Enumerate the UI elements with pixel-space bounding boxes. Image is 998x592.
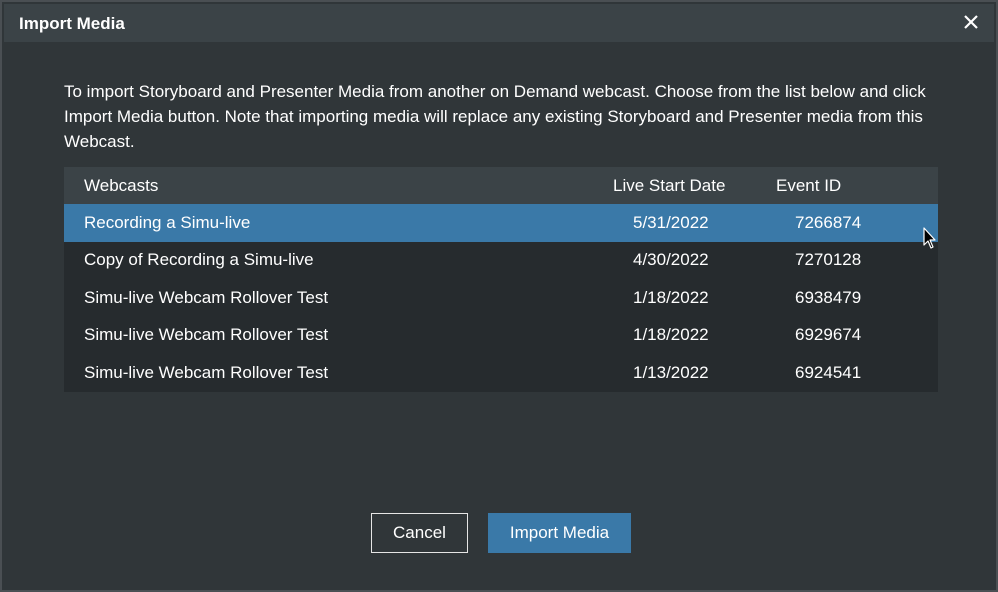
table-row[interactable]: Simu-live Webcam Rollover Test 1/18/2022… bbox=[64, 317, 938, 355]
header-live-start-date[interactable]: Live Start Date bbox=[613, 176, 725, 196]
import-media-button[interactable]: Import Media bbox=[488, 513, 631, 553]
cancel-button[interactable]: Cancel bbox=[371, 513, 468, 553]
table-row[interactable]: Simu-live Webcam Rollover Test 1/18/2022… bbox=[64, 279, 938, 317]
table-row[interactable]: Copy of Recording a Simu-live 4/30/2022 … bbox=[64, 242, 938, 280]
table-header: Webcasts Live Start Date Event ID bbox=[64, 167, 938, 204]
import-media-dialog: Import Media To import Storyboard and Pr… bbox=[0, 0, 998, 592]
row-live-start-date: 1/18/2022 bbox=[633, 325, 709, 345]
row-live-start-date: 1/13/2022 bbox=[633, 362, 709, 382]
row-webcast-name: Simu-live Webcam Rollover Test bbox=[84, 287, 329, 307]
row-webcast-name: Simu-live Webcam Rollover Test bbox=[84, 362, 329, 382]
header-event-id[interactable]: Event ID bbox=[776, 176, 841, 196]
mouse-pointer-icon bbox=[923, 227, 936, 249]
close-button[interactable] bbox=[962, 13, 980, 31]
row-event-id: 6929674 bbox=[795, 325, 862, 345]
row-event-id: 6924541 bbox=[795, 362, 862, 382]
dialog-title: Import Media bbox=[19, 14, 125, 33]
dialog-titlebar: Import Media bbox=[4, 4, 994, 42]
table-row[interactable]: Recording a Simu-live 5/31/2022 7266874 bbox=[64, 204, 938, 242]
row-webcast-name: Copy of Recording a Simu-live bbox=[84, 250, 314, 270]
row-webcast-name: Simu-live Webcam Rollover Test bbox=[84, 325, 329, 345]
header-webcasts[interactable]: Webcasts bbox=[84, 176, 158, 196]
row-live-start-date: 5/31/2022 bbox=[633, 212, 709, 232]
row-live-start-date: 1/18/2022 bbox=[633, 287, 709, 307]
row-event-id: 7266874 bbox=[795, 212, 862, 232]
dialog-description: To import Storyboard and Presenter Media… bbox=[64, 82, 926, 151]
webcasts-table: Webcasts Live Start Date Event ID Record… bbox=[64, 167, 938, 392]
row-live-start-date: 4/30/2022 bbox=[633, 250, 709, 270]
row-event-id: 6938479 bbox=[795, 287, 862, 307]
row-event-id: 7270128 bbox=[795, 250, 862, 270]
close-icon bbox=[964, 15, 978, 29]
table-row[interactable]: Simu-live Webcam Rollover Test 1/13/2022… bbox=[64, 354, 938, 392]
row-webcast-name: Recording a Simu-live bbox=[84, 212, 251, 232]
